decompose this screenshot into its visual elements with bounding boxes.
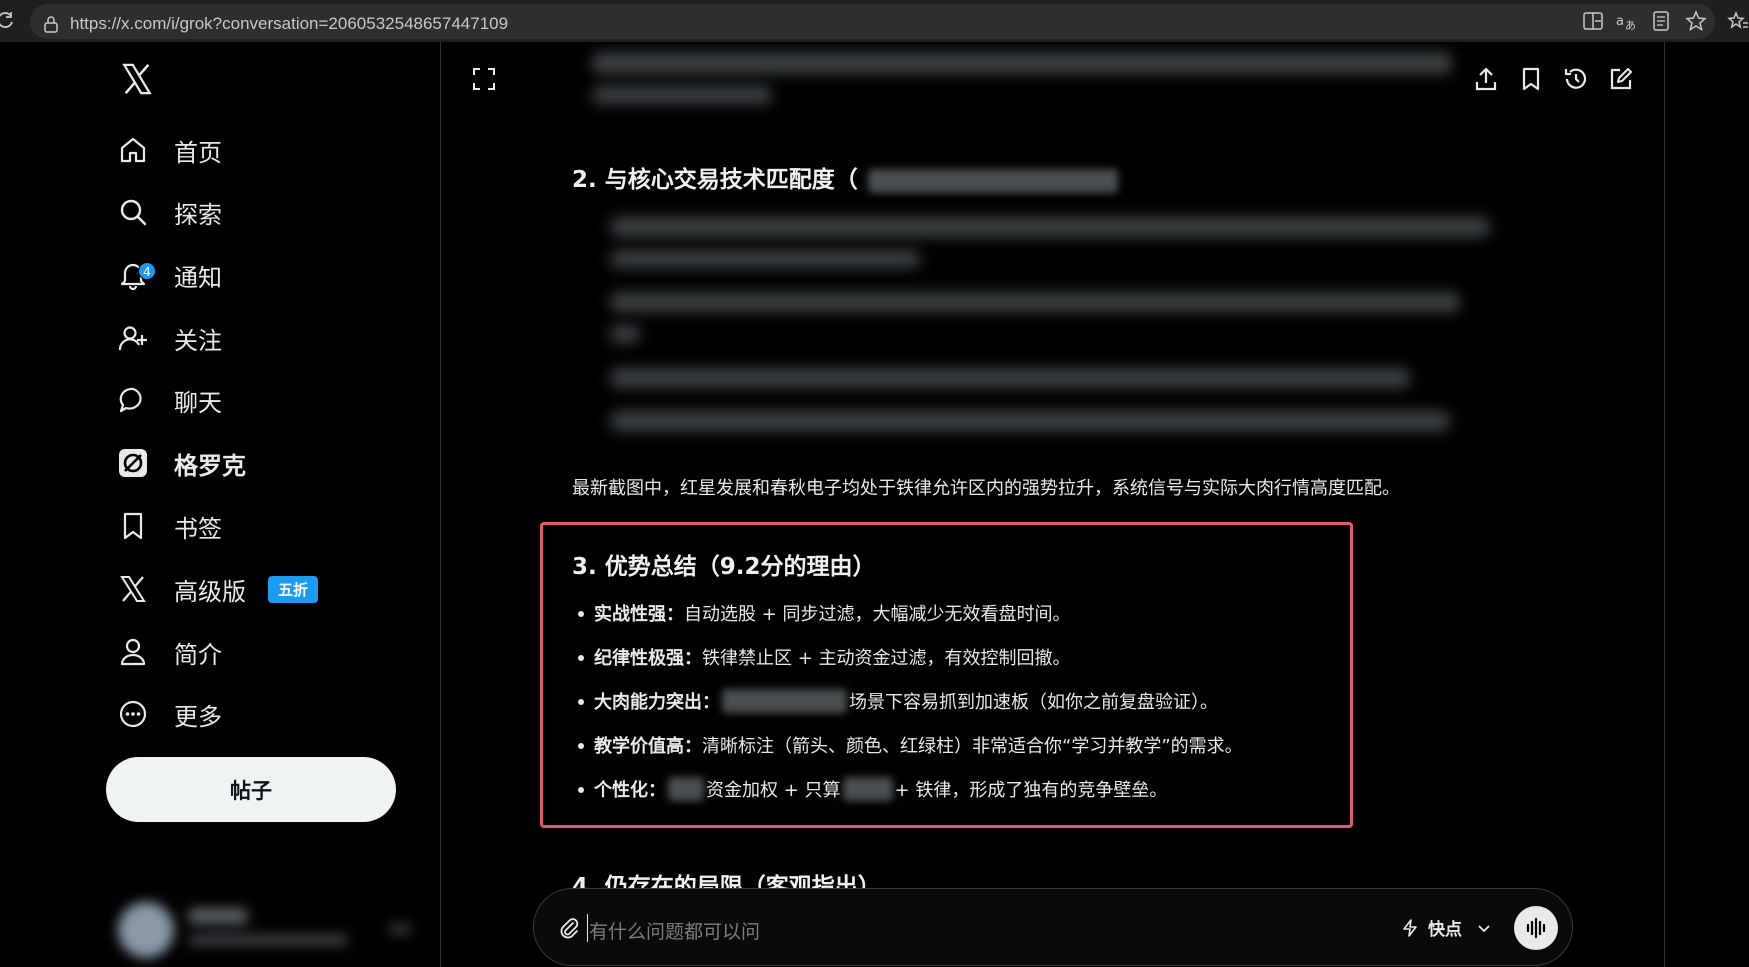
sidebar-item-notifications[interactable]: 4 通知: [118, 253, 222, 297]
bullet-dot: [578, 655, 584, 661]
chat-bubble-icon: [119, 387, 142, 413]
sidebar-item-grok[interactable]: 格罗克: [118, 441, 246, 485]
sidebar-item-explore[interactable]: 探索: [118, 190, 222, 234]
grok-icon: [119, 449, 147, 477]
sidebar-item-label: 通知: [174, 263, 222, 292]
chevron-down-icon: [1478, 924, 1490, 932]
sidebar-item-label: 关注: [174, 326, 222, 355]
blurred-text: [668, 777, 704, 801]
blurred-handle: [188, 934, 348, 946]
sidebar-item-chat[interactable]: 聊天: [118, 378, 222, 422]
reading-mode-icon[interactable]: [1650, 10, 1672, 32]
sidebar-item-label: 更多: [174, 702, 222, 731]
sidebar-item-profile[interactable]: 简介: [118, 630, 222, 674]
right-gutter: [1664, 42, 1749, 967]
sidebar-item-label: 探索: [174, 200, 222, 229]
user-add-icon: [118, 326, 147, 351]
favorites-collection-icon[interactable]: [1727, 10, 1749, 32]
sidebar-item-bookmarks[interactable]: 书签: [118, 504, 222, 548]
svg-text:あ: あ: [1625, 19, 1636, 32]
blurred-text: [592, 86, 772, 104]
blurred-display-name: [188, 908, 248, 924]
voice-waveform-icon: [1526, 917, 1546, 939]
reload-icon[interactable]: [0, 10, 16, 30]
blurred-text: [592, 52, 1452, 74]
paperclip-icon[interactable]: [556, 915, 582, 941]
analysis-paragraph: 最新截图中，红星发展和春秋电子均处于铁律允许区内的强势拉升，系统信号与实际大肉行…: [572, 478, 1400, 499]
blurred-text: [842, 777, 893, 801]
bookmark-icon: [123, 512, 143, 540]
sidebar-item-label: 书签: [174, 514, 222, 543]
blurred-bullet: [610, 292, 1460, 312]
translate-icon[interactable]: a あ: [1615, 10, 1637, 32]
split-screen-icon[interactable]: [1582, 10, 1604, 32]
sidebar-item-premium[interactable]: 高级版 五折: [118, 567, 319, 611]
chat-input[interactable]: 有什么问题都可以问: [589, 917, 760, 944]
list-item: 纪律性极强： 铁律禁止区 + 主动资金过滤，有效控制回撤。: [594, 648, 1071, 669]
bullet-dot: [578, 611, 584, 617]
home-icon: [120, 137, 146, 163]
blurred-text: [722, 689, 847, 713]
favorite-star-icon[interactable]: [1685, 10, 1707, 32]
sidebar-nav: 首页 探索 4 通知 关注 聊天 格罗克 书签 高级版 五折 简介 更多 帖子: [0, 42, 441, 967]
search-icon: [120, 199, 147, 226]
mode-selector[interactable]: 快点: [1400, 915, 1492, 940]
sidebar-item-follow[interactable]: 关注: [118, 316, 222, 360]
fullscreen-icon[interactable]: [471, 66, 497, 92]
post-button[interactable]: 帖子: [106, 757, 396, 822]
list-item: 实战性强： 自动选股 + 同步过滤，大幅减少无效看盘时间。: [594, 604, 1071, 625]
section-heading: 3. 优势总结（9.2分的理由）: [572, 554, 876, 580]
sidebar-item-label: 首页: [174, 138, 222, 167]
x-logo-icon: [120, 576, 146, 602]
notification-count-badge: 4: [138, 262, 156, 280]
blurred-bullet: [610, 325, 640, 343]
grok-conversation-panel: 2. 与核心交易技术匹配度（ 最新截图中，红星发展和春秋电子均处于铁律允许区内的…: [442, 42, 1664, 967]
blurred-bullet: [610, 411, 1450, 431]
more-circle-icon: [119, 700, 147, 728]
chat-input-bar: 有什么问题都可以问 快点: [533, 888, 1573, 966]
history-icon[interactable]: [1563, 66, 1589, 92]
browser-toolbar: https://x.com/i/grok?conversation=206053…: [0, 0, 1749, 42]
blurred-more-icon: [388, 924, 412, 934]
list-item: 大肉能力突出： 场景下容易抓到加速板（如你之前复盘验证）。: [594, 688, 1218, 714]
blurred-bullet: [610, 217, 1490, 237]
sidebar-item-label: 高级版: [174, 577, 246, 606]
x-logo-icon[interactable]: [120, 62, 154, 96]
text-caret: [587, 914, 588, 942]
sidebar-item-more[interactable]: 更多: [118, 692, 222, 736]
avatar: [118, 902, 174, 958]
blurred-bullet: [610, 250, 920, 268]
bookmark-icon[interactable]: [1518, 66, 1544, 92]
lightning-icon: [1403, 918, 1417, 937]
section-heading: 2. 与核心交易技术匹配度（: [572, 160, 1120, 194]
account-switcher[interactable]: [118, 896, 418, 960]
mode-label: 快点: [1428, 920, 1462, 940]
bullet-dot: [578, 743, 584, 749]
svg-text:a: a: [1616, 14, 1624, 29]
address-bar[interactable]: https://x.com/i/grok?conversation=206053…: [30, 4, 1715, 39]
lock-icon[interactable]: [42, 15, 60, 33]
profile-icon: [120, 638, 146, 666]
sidebar-item-label: 聊天: [174, 388, 222, 417]
bullet-dot: [578, 787, 584, 793]
share-icon[interactable]: [1473, 66, 1499, 92]
new-chat-edit-icon[interactable]: [1608, 66, 1634, 92]
voice-mode-button[interactable]: [1514, 906, 1558, 950]
bullet-dot: [578, 699, 584, 705]
url-text[interactable]: https://x.com/i/grok?conversation=206053…: [70, 14, 508, 34]
sidebar-item-label: 格罗克: [174, 451, 246, 480]
discount-badge: 五折: [268, 575, 319, 603]
list-item: 教学价值高： 清晰标注（箭头、颜色、红绿柱）非常适合你“学习并教学”的需求。: [594, 736, 1243, 757]
list-item: 个性化： 资金加权 + 只算 + 铁律，形成了独有的竞争壁垒。: [594, 776, 1167, 802]
sidebar-item-home[interactable]: 首页: [118, 128, 222, 172]
blurred-text: [867, 168, 1118, 193]
sidebar-item-label: 简介: [174, 640, 222, 669]
blurred-bullet: [610, 368, 1410, 388]
